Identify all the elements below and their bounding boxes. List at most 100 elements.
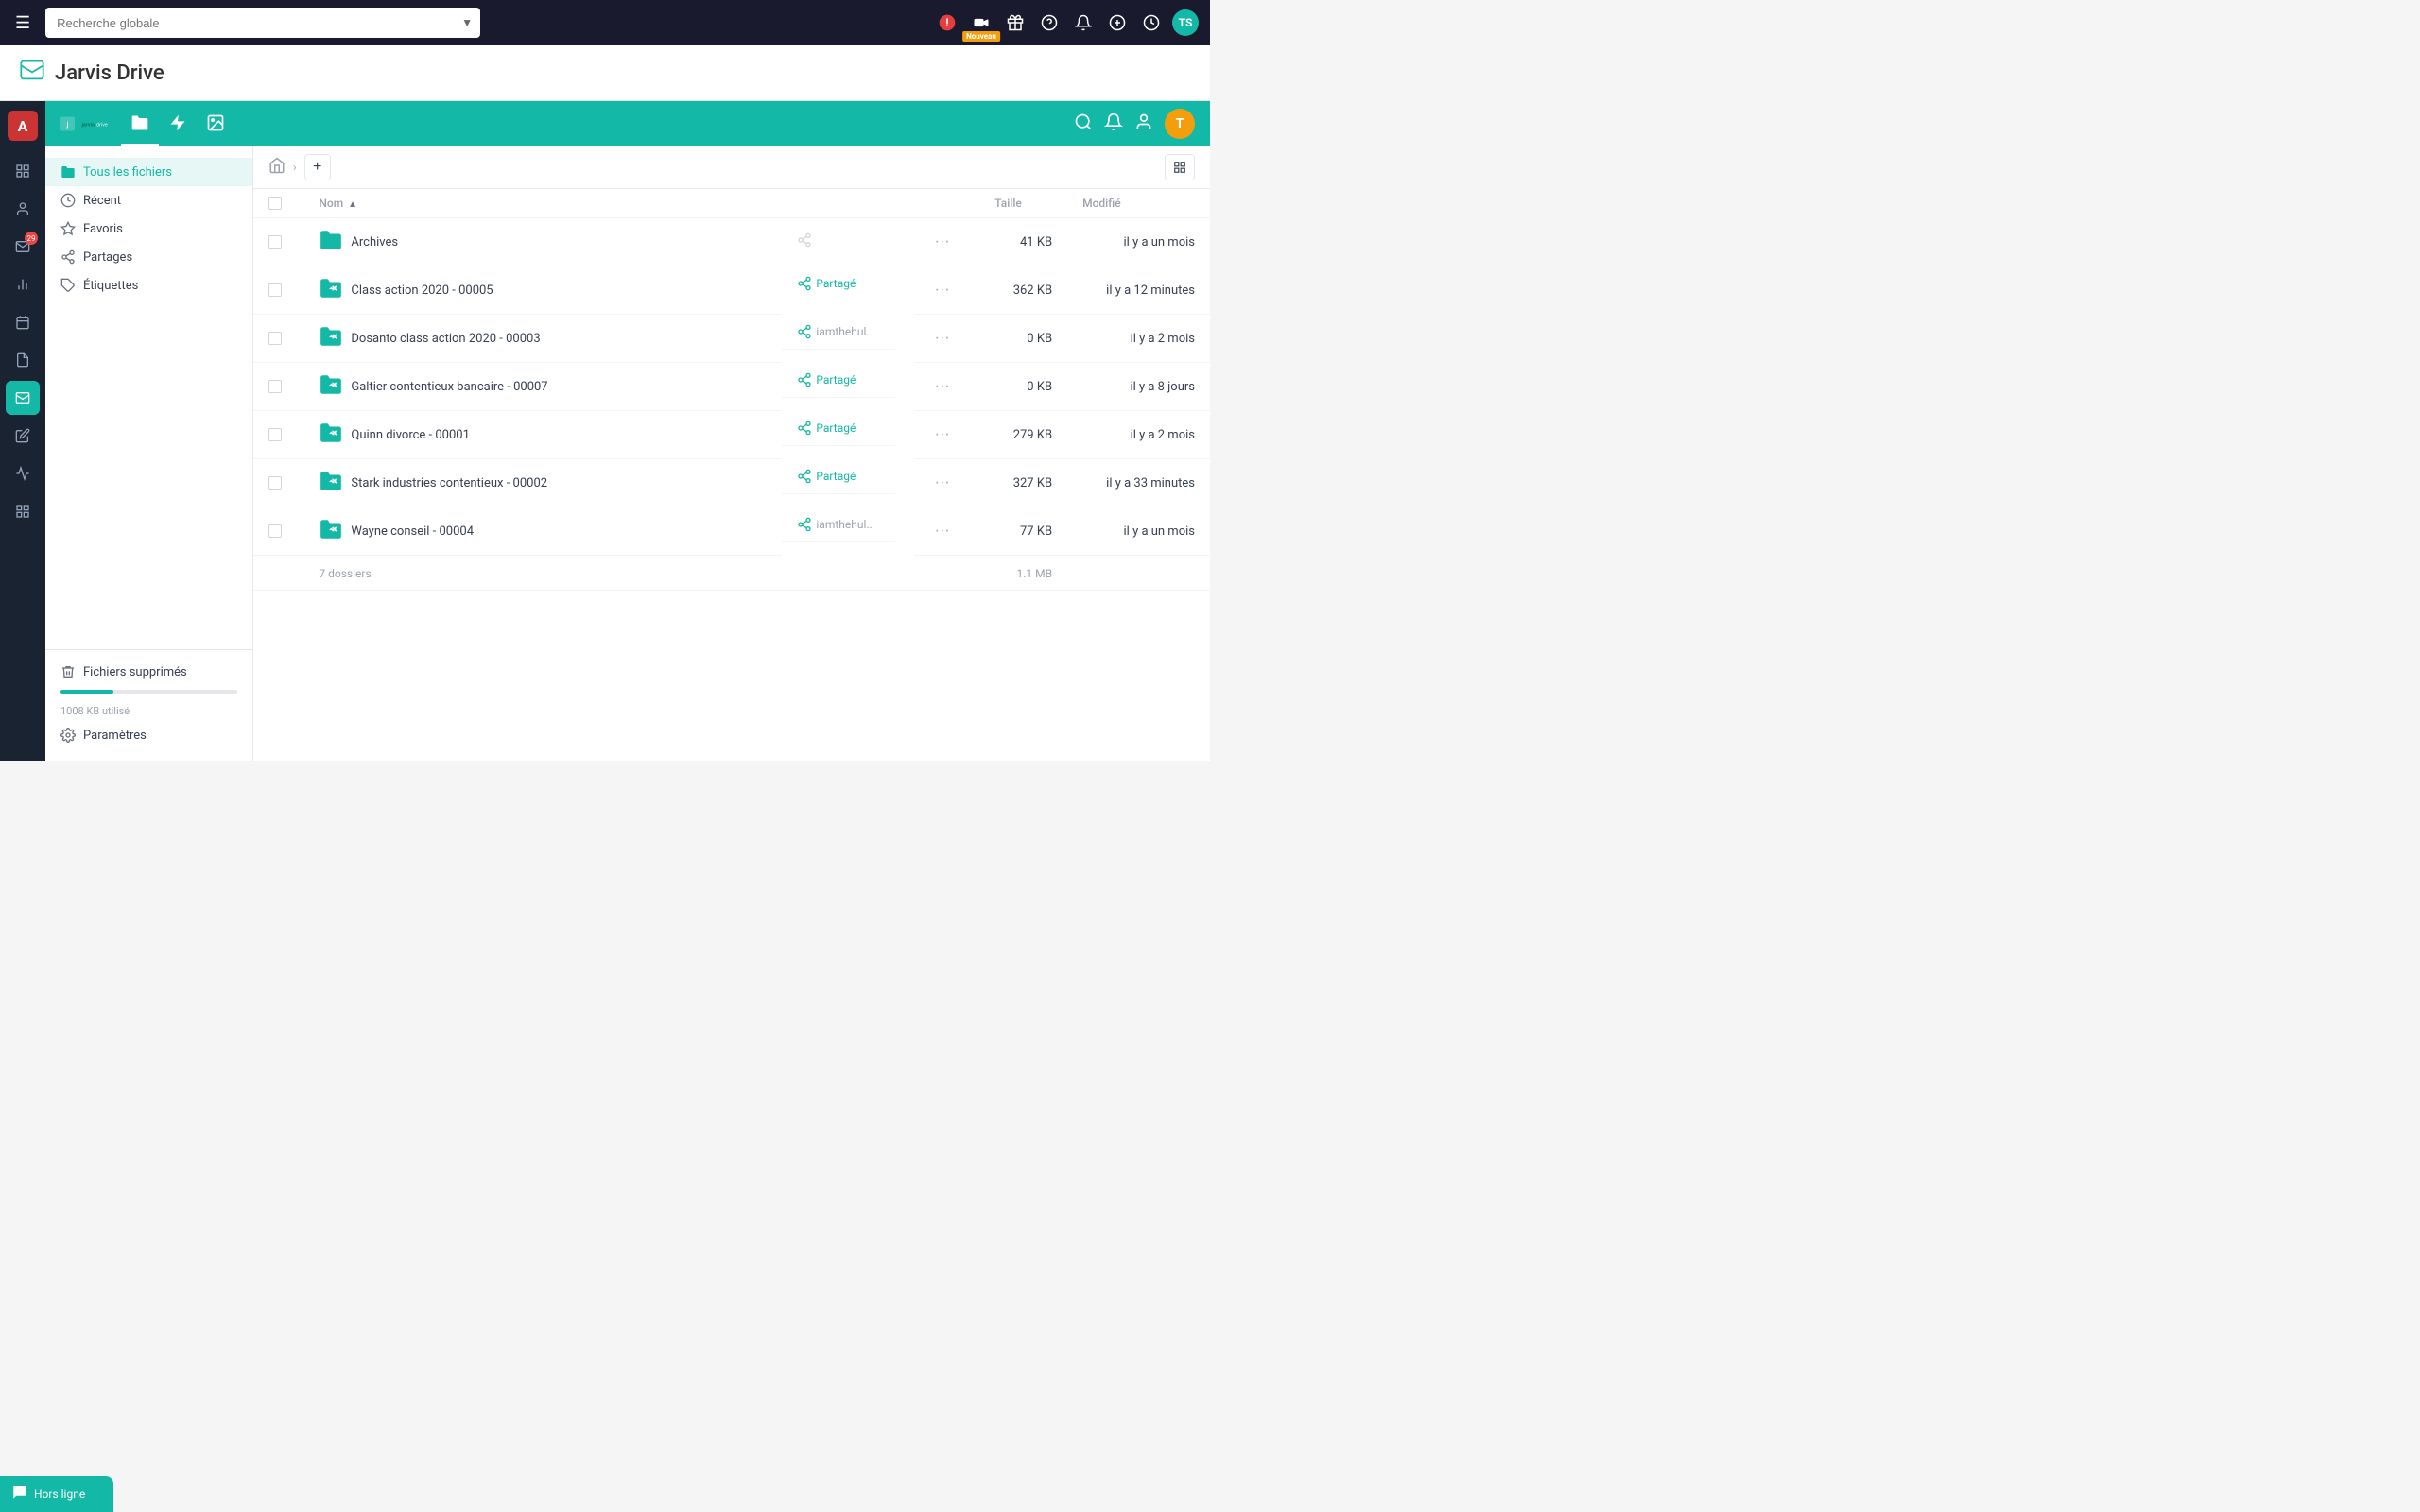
- menu-icon[interactable]: ☰: [11, 9, 34, 37]
- sidebar-labels[interactable]: Étiquettes: [45, 271, 252, 300]
- svg-text:!: !: [945, 16, 948, 29]
- file-modified-cell: il y a un mois: [1067, 218, 1210, 266]
- file-more-cell: ···: [914, 218, 980, 266]
- add-button[interactable]: +: [304, 154, 331, 180]
- sidebar-settings[interactable]: Paramètres: [45, 721, 252, 749]
- file-share-cell: iamthehul..: [782, 507, 895, 542]
- header-name[interactable]: Nom ▲: [303, 189, 782, 218]
- storage-bar: [45, 686, 252, 701]
- share-label: Partagé: [816, 470, 856, 483]
- more-button[interactable]: ···: [929, 328, 956, 349]
- drive-tab-folder[interactable]: [121, 101, 159, 146]
- row-checkbox-cell: [253, 507, 303, 556]
- sidebar-item-grid[interactable]: [6, 494, 40, 528]
- sidebar-item-users[interactable]: [6, 192, 40, 226]
- storage-text: 1008 KB utilisé: [45, 701, 252, 721]
- folder-icon: [319, 276, 343, 304]
- sidebar-item-dashboard[interactable]: [6, 154, 40, 188]
- help-icon[interactable]: [1036, 9, 1063, 36]
- alert-icon[interactable]: !: [934, 9, 960, 36]
- file-name-cell: Dosanto class action 2020 - 00003: [303, 315, 782, 363]
- file-more-cell: ···: [914, 507, 980, 556]
- video-icon[interactable]: Nouveau: [968, 9, 994, 36]
- drive-subheader-left: j jarvis drive: [60, 101, 234, 146]
- drive-tab-image[interactable]: [197, 101, 234, 146]
- app-logo[interactable]: A: [6, 109, 40, 143]
- more-button[interactable]: ···: [929, 521, 956, 541]
- more-button[interactable]: ···: [929, 424, 956, 445]
- sidebar-shares[interactable]: Partages: [45, 243, 252, 271]
- row-checkbox[interactable]: [268, 235, 282, 249]
- drive-subnav-tabs: [121, 101, 234, 146]
- offline-widget[interactable]: Hors ligne: [0, 1476, 113, 1512]
- bell-icon[interactable]: [1070, 9, 1097, 36]
- table-row[interactable]: Wayne conseil - 00004 iamthehul.. ··· 77…: [253, 507, 1210, 556]
- file-name-cell: Quinn divorce - 00001: [303, 411, 782, 459]
- file-name: Stark industries contentieux - 00002: [351, 476, 547, 490]
- sidebar-item-analytics[interactable]: [6, 456, 40, 490]
- sidebar-trash[interactable]: Fichiers supprimés: [45, 658, 252, 686]
- row-checkbox-cell: [253, 459, 303, 507]
- file-more-cell: ···: [914, 459, 980, 507]
- row-checkbox[interactable]: [268, 524, 282, 538]
- gift-icon[interactable]: [1002, 9, 1028, 36]
- breadcrumb-separator: ›: [293, 161, 297, 174]
- drive-avatar[interactable]: T: [1165, 109, 1195, 139]
- drive-user-icon[interactable]: [1134, 112, 1153, 136]
- row-checkbox[interactable]: [268, 380, 282, 393]
- more-button[interactable]: ···: [929, 472, 956, 493]
- drive-tab-lightning[interactable]: [159, 101, 197, 146]
- main-content: j jarvis drive: [45, 101, 1210, 761]
- app-layout: A 29: [0, 101, 1210, 761]
- more-button[interactable]: ···: [929, 376, 956, 397]
- user-avatar[interactable]: TS: [1172, 9, 1199, 36]
- svg-text:A: A: [18, 117, 28, 135]
- sidebar-item-drive[interactable]: [6, 381, 40, 415]
- drive-bell-icon[interactable]: [1104, 112, 1123, 136]
- share-label: iamthehul..: [816, 325, 872, 338]
- table-row[interactable]: Class action 2020 - 00005 Partagé ··· 36…: [253, 266, 1210, 315]
- plus-icon[interactable]: [1104, 9, 1131, 36]
- row-checkbox[interactable]: [268, 284, 282, 297]
- table-row[interactable]: Archives ··· 41 KB il y a un mois: [253, 218, 1210, 266]
- footer-size: 1.1 MB: [979, 556, 1067, 591]
- svg-text:drive: drive: [96, 123, 108, 129]
- sidebar-item-calendar[interactable]: [6, 305, 40, 339]
- header-size[interactable]: Taille: [979, 189, 1067, 218]
- sidebar-item-chart[interactable]: [6, 267, 40, 301]
- more-button[interactable]: ···: [929, 232, 956, 252]
- row-checkbox[interactable]: [268, 332, 282, 345]
- file-name-cell: Wayne conseil - 00004: [303, 507, 782, 556]
- sidebar-item-mail[interactable]: 29: [6, 230, 40, 264]
- table-row[interactable]: Dosanto class action 2020 - 00003 iamthe…: [253, 315, 1210, 363]
- table-row[interactable]: Stark industries contentieux - 00002 Par…: [253, 459, 1210, 507]
- share-label: Partagé: [816, 277, 856, 290]
- drive-search-icon[interactable]: [1074, 112, 1093, 136]
- file-modified-cell: il y a 8 jours: [1067, 363, 1210, 411]
- offline-label: Hors ligne: [34, 1487, 85, 1501]
- table-row[interactable]: Galtier contentieux bancaire - 00007 Par…: [253, 363, 1210, 411]
- sidebar-recent[interactable]: Récent: [45, 186, 252, 215]
- nouveau-badge: Nouveau: [962, 31, 1000, 42]
- more-button[interactable]: ···: [929, 280, 956, 301]
- sidebar-item-document[interactable]: [6, 343, 40, 377]
- row-checkbox[interactable]: [268, 476, 282, 490]
- sidebar-recent-label: Récent: [83, 194, 121, 208]
- view-toggle-button[interactable]: [1165, 154, 1195, 180]
- file-modified-cell: il y a 12 minutes: [1067, 266, 1210, 315]
- search-input[interactable]: [45, 8, 480, 38]
- sidebar-all-files[interactable]: Tous les fichiers: [45, 158, 252, 186]
- folder-icon: [319, 469, 343, 497]
- select-all-checkbox[interactable]: [268, 197, 282, 210]
- sidebar-settings-label: Paramètres: [83, 729, 147, 743]
- folder-icon: [319, 324, 343, 352]
- sidebar-item-edit[interactable]: [6, 419, 40, 453]
- sidebar-favorites[interactable]: Favoris: [45, 215, 252, 243]
- table-row[interactable]: Quinn divorce - 00001 Partagé ··· 279 KB…: [253, 411, 1210, 459]
- clock-icon[interactable]: [1138, 9, 1165, 36]
- header-modified[interactable]: Modifié: [1067, 189, 1210, 218]
- breadcrumb-home-icon[interactable]: [268, 157, 285, 178]
- row-checkbox-cell: [253, 266, 303, 315]
- row-checkbox[interactable]: [268, 428, 282, 441]
- header-share: [782, 189, 913, 218]
